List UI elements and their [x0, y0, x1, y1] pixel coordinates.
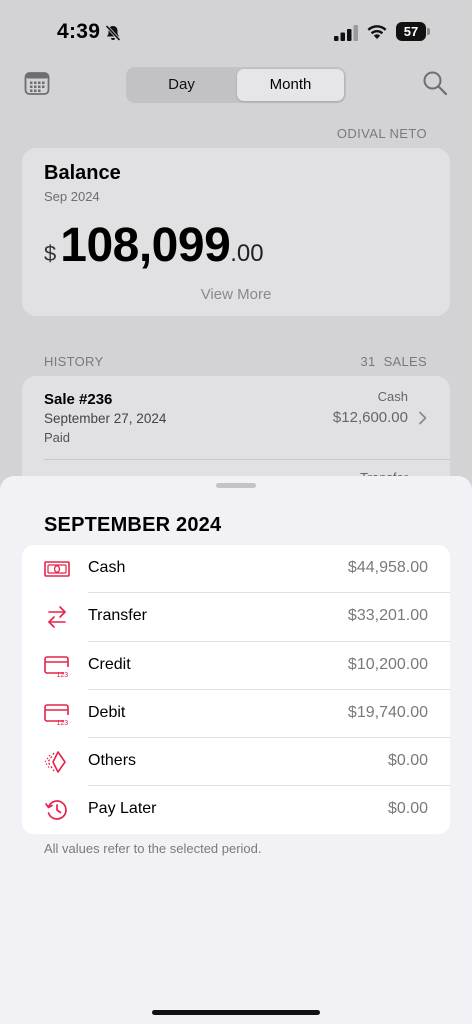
others-icon [44, 751, 66, 773]
balance-decimals: .00 [230, 240, 264, 267]
method-row-others: Others $0.00 [22, 738, 450, 787]
method-label: Debit [88, 703, 126, 721]
sale-date: September 27, 2024 [44, 411, 167, 426]
transfer-arrows-icon [48, 606, 66, 629]
method-row-transfer: Transfer $33,201.00 [22, 593, 450, 642]
balance-period: Sep 2024 [44, 189, 100, 204]
user-name: ODIVAL NETO [336, 126, 427, 141]
battery-cap [427, 28, 430, 35]
sales-count: 31 [360, 354, 376, 369]
balance-currency: $ [44, 241, 57, 266]
battery-indicator: 57 [396, 22, 430, 41]
method-label: Credit [88, 655, 131, 673]
credit-card-icon: 123 [44, 655, 69, 678]
payment-summary-sheet: SEPTEMBER 2024 Cash $44,958.00 Transfer … [0, 476, 472, 1024]
period-segmented-control: Day Month [126, 67, 346, 103]
battery-level: 57 [396, 22, 426, 41]
status-time: 4:39 [57, 20, 101, 43]
segment-month[interactable]: Month [237, 69, 344, 101]
history-label: HISTORY [44, 354, 104, 369]
cash-icon [44, 561, 70, 577]
cellular-signal-icon [334, 25, 358, 41]
method-label: Others [88, 752, 137, 770]
method-value: $0.00 [387, 800, 428, 818]
svg-text:123: 123 [57, 672, 69, 678]
svg-text:123: 123 [57, 720, 69, 726]
sale-method: Cash [377, 389, 408, 404]
balance-card: Balance Sep 2024 $108,099.00 View More [22, 148, 450, 316]
method-label: Pay Later [88, 800, 157, 818]
sale-status: Paid [44, 430, 71, 445]
method-row-cash: Cash $44,958.00 [22, 545, 450, 594]
sale-title: Sale #236 [44, 391, 113, 408]
home-indicator[interactable] [152, 1010, 320, 1015]
row-divider [44, 459, 450, 460]
wifi-icon [367, 25, 387, 39]
segment-day[interactable]: Day [128, 69, 235, 101]
bell-slash-icon [105, 24, 121, 42]
view-more-button[interactable]: View More [22, 286, 450, 303]
balance-amount: $108,099.00 [44, 218, 264, 274]
balance-integer: 108,099 [60, 219, 231, 272]
search-icon[interactable] [422, 70, 448, 96]
method-value: $0.00 [387, 752, 428, 770]
calendar-icon[interactable] [24, 70, 50, 96]
method-value: $10,200.00 [347, 655, 428, 673]
payment-methods-list: Cash $44,958.00 Transfer $33,201.00 123 … [22, 545, 450, 834]
sale-amount: $12,600.00 [332, 409, 408, 426]
method-row-debit: 123 Debit $19,740.00 [22, 690, 450, 739]
history-count: 31 SALES [361, 354, 427, 369]
method-value: $44,958.00 [347, 559, 428, 576]
method-label: Transfer [88, 607, 147, 625]
debit-card-icon: 123 [44, 704, 69, 726]
sheet-grabber[interactable] [216, 483, 256, 488]
method-row-credit: 123 Credit $10,200.00 [22, 642, 450, 690]
method-value: $33,201.00 [347, 607, 428, 625]
top-navigation: Day Month [0, 62, 472, 106]
sheet-title: SEPTEMBER 2024 [44, 514, 222, 536]
clock-history-icon [45, 800, 67, 821]
sales-count-label: SALES [383, 354, 427, 369]
chevron-right-icon [419, 411, 427, 425]
method-label: Cash [88, 559, 126, 576]
balance-title: Balance [44, 162, 121, 184]
period-footnote: All values refer to the selected period. [44, 841, 262, 856]
method-value: $19,740.00 [347, 703, 428, 721]
status-bar: 4:39 57 [0, 0, 472, 60]
method-row-pay-later: Pay Later $0.00 [22, 786, 450, 834]
